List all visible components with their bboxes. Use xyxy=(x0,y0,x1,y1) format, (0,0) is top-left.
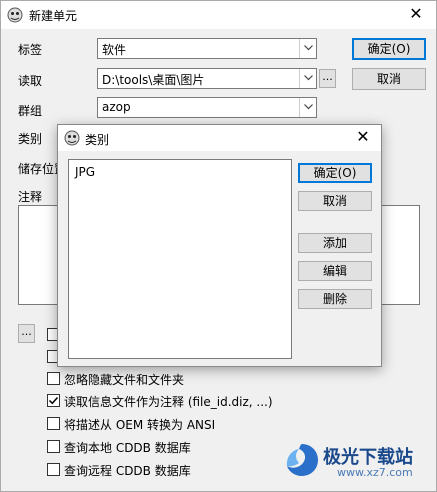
option-checkbox-4[interactable] xyxy=(47,394,60,407)
app-icon xyxy=(64,130,80,146)
delete-button[interactable]: 删除 xyxy=(298,289,372,309)
option-label-3: 忽略隐藏文件和文件夹 xyxy=(64,373,185,387)
dialog-title-bar: 类别 ✕ xyxy=(58,125,381,151)
read-label: 读取 xyxy=(18,74,43,88)
checkmark-icon xyxy=(48,396,59,405)
tag-value: 软件 xyxy=(102,43,127,57)
edit-button[interactable]: 编辑 xyxy=(298,261,372,281)
option-checkbox-3[interactable] xyxy=(47,372,60,385)
browse-button[interactable]: ... xyxy=(319,69,336,88)
option-label-5: 将描述从 OEM 转换为 ANSI xyxy=(64,418,216,432)
read-combo[interactable]: D:\tools\桌面\图片 xyxy=(97,68,317,89)
read-value: D:\tools\桌面\图片 xyxy=(102,73,205,87)
option-checkbox-5[interactable] xyxy=(47,417,60,430)
watermark-logo-icon xyxy=(286,444,318,476)
list-item[interactable]: JPG xyxy=(75,165,95,179)
option-checkbox-6[interactable] xyxy=(47,440,60,453)
group-combo[interactable]: azop xyxy=(97,97,317,118)
category-dialog: 类别 ✕ JPG 确定(O) 取消 添加 编辑 删除 xyxy=(57,124,382,367)
chevron-down-icon[interactable] xyxy=(299,39,316,58)
close-icon[interactable]: ✕ xyxy=(406,5,426,25)
dialog-title: 类别 xyxy=(85,133,110,147)
group-label: 群组 xyxy=(18,104,43,118)
option-label-7: 查询远程 CDDB 数据库 xyxy=(64,464,191,478)
note-label: 注释 xyxy=(18,190,43,204)
option-label-6: 查询本地 CDDB 数据库 xyxy=(64,441,191,455)
group-value: azop xyxy=(102,100,131,114)
category-listbox[interactable]: JPG xyxy=(68,159,292,359)
tag-label: 标签 xyxy=(18,43,43,57)
dialog-cancel-button[interactable]: 取消 xyxy=(298,191,372,211)
option-label-4: 读取信息文件作为注释 (file_id.diz, ...) xyxy=(64,395,273,409)
window-title: 新建单元 xyxy=(29,9,78,23)
title-bar: 新建单元 ✕ xyxy=(1,1,436,29)
option-checkbox-7[interactable] xyxy=(47,463,60,476)
chevron-down-icon[interactable] xyxy=(299,98,316,117)
app-icon xyxy=(7,7,23,23)
add-button[interactable]: 添加 xyxy=(298,233,372,253)
close-icon[interactable]: ✕ xyxy=(353,128,373,148)
more-options-button[interactable]: ... xyxy=(18,324,35,343)
cancel-button[interactable]: 取消 xyxy=(352,68,426,90)
ok-button[interactable]: 确定(O) xyxy=(352,38,426,60)
watermark-url: www.xz7.com xyxy=(337,466,413,479)
category-label: 类别 xyxy=(18,132,43,146)
chevron-down-icon[interactable] xyxy=(299,69,316,88)
tag-combo[interactable]: 软件 xyxy=(97,38,317,59)
dialog-ok-button[interactable]: 确定(O) xyxy=(298,163,372,183)
